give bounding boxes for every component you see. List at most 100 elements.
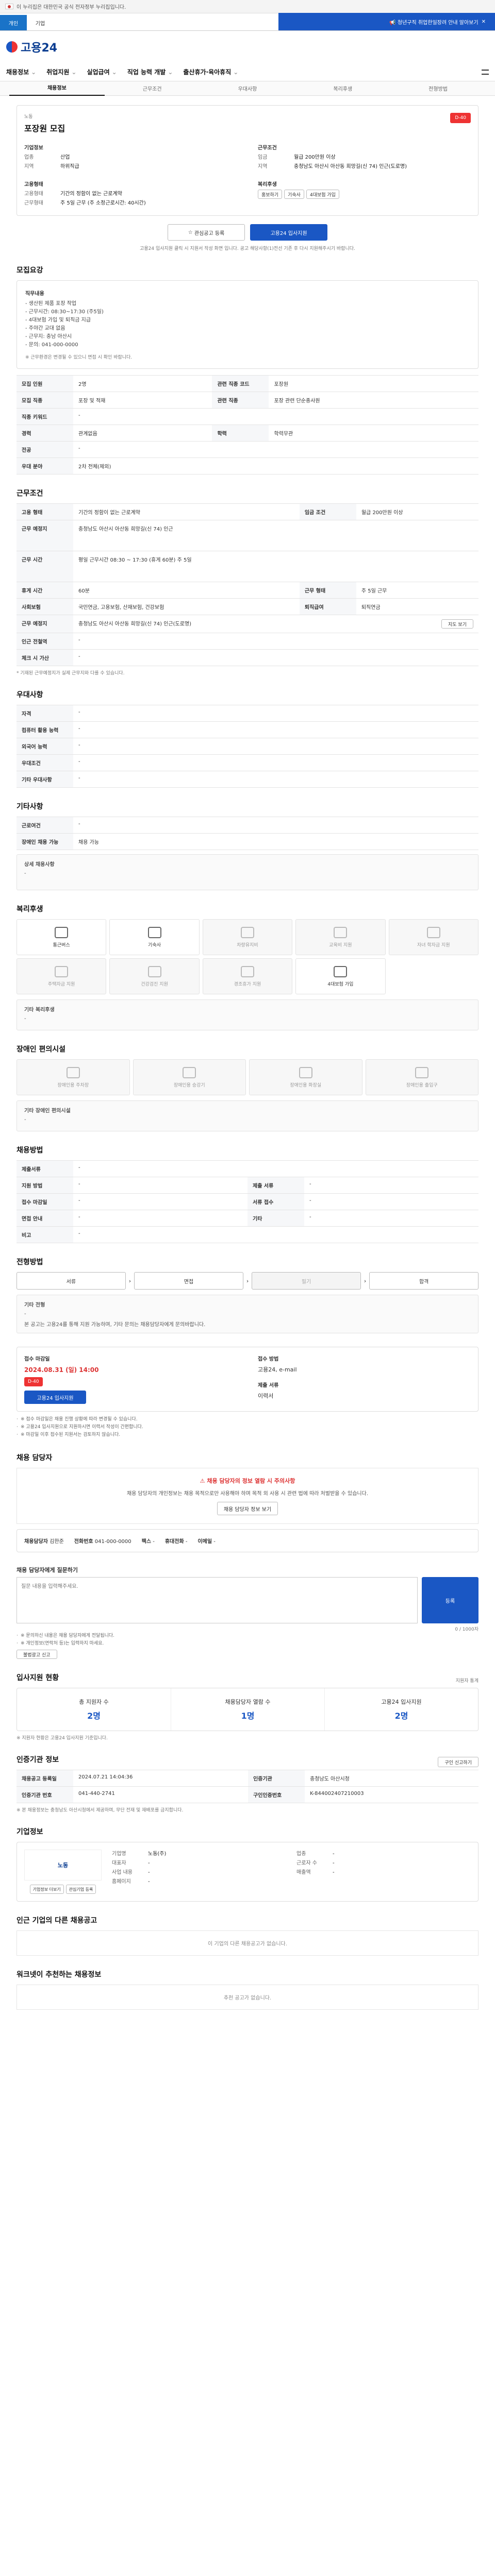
deadline-badge: D-40 [450, 113, 471, 123]
company-follow-button[interactable]: 관심기업 등록 [65, 1885, 96, 1894]
promo-banner[interactable]: 📢 청년구직 취업한일장려 안내 알아보기 ✕ [278, 13, 495, 30]
info-note: ※ 본 채용정보는 충청남도 아산시청에서 제공하며, 무단 전재 및 재배포를… [16, 1808, 184, 1813]
logo-icon [6, 41, 18, 53]
tab-individual[interactable]: 개인 [0, 15, 27, 30]
welfare-item: 경조휴가 지원 [202, 958, 293, 994]
company-logo: 노동 [24, 1850, 102, 1880]
entrance-icon [415, 1066, 429, 1078]
subnav-process[interactable]: 전형방법 [390, 84, 486, 92]
contact-mobile-value: - [185, 1539, 188, 1545]
table-header: 모집 직종 [16, 392, 73, 409]
duty-box: 직무내용 - 생산된 제품 포장 작업 - 근무시간: 08:30~17:30 … [16, 280, 478, 369]
subnav-welfare[interactable]: 복리후생 [295, 84, 390, 92]
view-contact-button[interactable]: 채용 담당자 정보 보기 [217, 1502, 278, 1515]
process-other-value: - [24, 1311, 26, 1317]
welfare-tag: 기숙사 [284, 190, 304, 199]
main-nav: 채용정보 취업지원 실업급여 직업 능력 개발 출산휴가·육아휴직 [0, 63, 495, 81]
report-button[interactable]: 불법광고 신고 [16, 1650, 57, 1659]
table-cell: 퇴직연금 [356, 598, 478, 615]
submit-question-button[interactable]: 등록 [422, 1577, 478, 1623]
nav-item-training[interactable]: 직업 능력 개발 [127, 67, 173, 76]
table-row: 지원 방법 - 제출 서류 - [16, 1177, 478, 1194]
info-value: 산업 [60, 155, 70, 160]
welfare-item-label: 자녀 학자금 지원 [417, 942, 450, 948]
subnav-work[interactable]: 근무조건 [105, 84, 200, 92]
report-job-button[interactable]: 구인 신고하기 [438, 1757, 478, 1767]
bookmark-button[interactable]: ☆ 관심공고 등록 [168, 224, 245, 241]
info-key: 업종 [24, 155, 34, 160]
info-key: 지역 [258, 164, 268, 170]
company-more-button[interactable]: 기업정보 더보기 [29, 1885, 64, 1894]
tab-company[interactable]: 기업 [27, 15, 54, 30]
disabled-section: 장애인 편의시설 장애인용 주차장 장애인용 승강기 장애인용 화장실 장애인용… [16, 1044, 478, 1131]
menu-icon[interactable] [482, 69, 489, 75]
duty-line: - 4대보험 가입 및 퇴직금 지급 [25, 317, 91, 323]
contact-fax: 팩스 - [142, 1537, 155, 1545]
info-key: 업종 [296, 1851, 306, 1857]
site-logo[interactable]: 고용24 [6, 39, 57, 55]
table-cell: - [73, 649, 478, 666]
table-row: 인근 전철역 - [16, 633, 478, 650]
welfare-other-value: - [24, 1016, 26, 1022]
table-cell: 2명 [73, 375, 212, 392]
stats-more-link[interactable]: 지원자 통계 [456, 1677, 478, 1684]
table-cell: 포장 관련 단순종사원 [269, 392, 478, 409]
duty-label: 직무내용 [25, 291, 44, 297]
table-row: 휴게 시간 60분 근무 형태 주 5일 근무 [16, 582, 478, 599]
apply-actions: ☆ 관심공고 등록 고용24 입사지원 [16, 224, 478, 241]
apply-button[interactable]: 고용24 입사지원 [250, 224, 327, 241]
info-value: 기간의 정함이 없는 근로계약 [60, 191, 122, 197]
table-header: 지원 방법 [16, 1177, 73, 1194]
nav-item-unemployment[interactable]: 실업급여 [87, 67, 117, 76]
table-row: 외국어 능력 - [16, 738, 478, 755]
info-value: - [148, 1870, 150, 1875]
welfare-item: 기숙사 [109, 919, 200, 955]
welfare-tag: 4대보험 가입 [306, 190, 339, 199]
note-item: ※ 마감일 이후 접수된 지원서는 검토하지 않습니다. [16, 1431, 478, 1439]
deadline-badge: D-40 [24, 1377, 43, 1386]
nav-item-leave[interactable]: 출산휴가·육아휴직 [183, 67, 238, 76]
subnav-recruit[interactable]: 채용정보 [9, 81, 105, 96]
work-section: 근무조건 고용 형태 기간의 정함이 없는 근로계약 임금 조건 월급 200만원 이… [16, 488, 478, 676]
subnav-prefer[interactable]: 우대사항 [200, 84, 295, 92]
company-name[interactable]: 노동 [24, 113, 65, 120]
contact-mobile: 휴대전화 - [165, 1537, 188, 1545]
period-notes: ※ 접수 마감일은 채용 진행 상황에 따라 변경될 수 있습니다. ※ 고용2… [16, 1416, 478, 1439]
table-cell: 채용 가능 [73, 833, 478, 850]
question-input[interactable] [16, 1577, 418, 1623]
info-value: - [148, 1879, 150, 1885]
job-summary-card: 노동 포장원 모집 D-40 기업정보 업종 산업 지역 하위직급 근무조건 임금 월… [16, 105, 478, 216]
info-value: - [148, 1860, 150, 1866]
table-header: 인증기관 번호 [16, 1786, 73, 1803]
info-value: - [333, 1870, 335, 1875]
docs-value: 이력서 [258, 1393, 274, 1399]
nav-item-jobs[interactable]: 채용정보 [6, 67, 36, 76]
info-key: 기업명 [112, 1851, 126, 1857]
facility-item: 장애인용 주차장 [16, 1059, 130, 1095]
table-header: 퇴직급여 [299, 598, 356, 615]
table-cell: 관계없음 [73, 425, 212, 442]
table-header: 직종 키워드 [16, 408, 73, 425]
table-row: 장애인 채용 가능 채용 가능 [16, 833, 478, 850]
table-header: 관련 직종 [212, 392, 269, 409]
gov-banner: 이 누리집은 대한민국 공식 전자정부 누리집입니다. [0, 0, 495, 13]
duty-line: - 주야간 교대 없음 [25, 326, 65, 331]
apply-button-2[interactable]: 고용24 입사지원 [24, 1391, 86, 1404]
table-header: 근무 예정지 [16, 615, 73, 633]
dormitory-icon [147, 926, 161, 938]
employment-type-label: 고용형태 [24, 182, 43, 188]
table-header: 컴퓨터 활용 능력 [16, 721, 73, 738]
parking-icon [66, 1066, 80, 1078]
logo-text: 고용24 [21, 42, 58, 55]
close-icon[interactable]: ✕ [482, 19, 486, 25]
contact-card: 채용담당자 김한준 전화번호 041-000-0000 팩스 - 휴대전화 - … [16, 1529, 478, 1552]
table-header: 체크 시 가산 [16, 649, 73, 666]
contact-name-value: 김한준 [50, 1539, 64, 1545]
table-row: 모집 인원 2명 관련 직종 코드 포장원 [16, 375, 478, 392]
detail-box: 상세 채용사항 - [16, 854, 478, 890]
nav-item-employment-support[interactable]: 취업지원 [46, 67, 76, 76]
map-button[interactable]: 지도 보기 [441, 619, 473, 629]
health-icon [147, 965, 161, 977]
table-header: 서류 접수 [248, 1193, 304, 1210]
table-header: 자격 [16, 705, 73, 722]
